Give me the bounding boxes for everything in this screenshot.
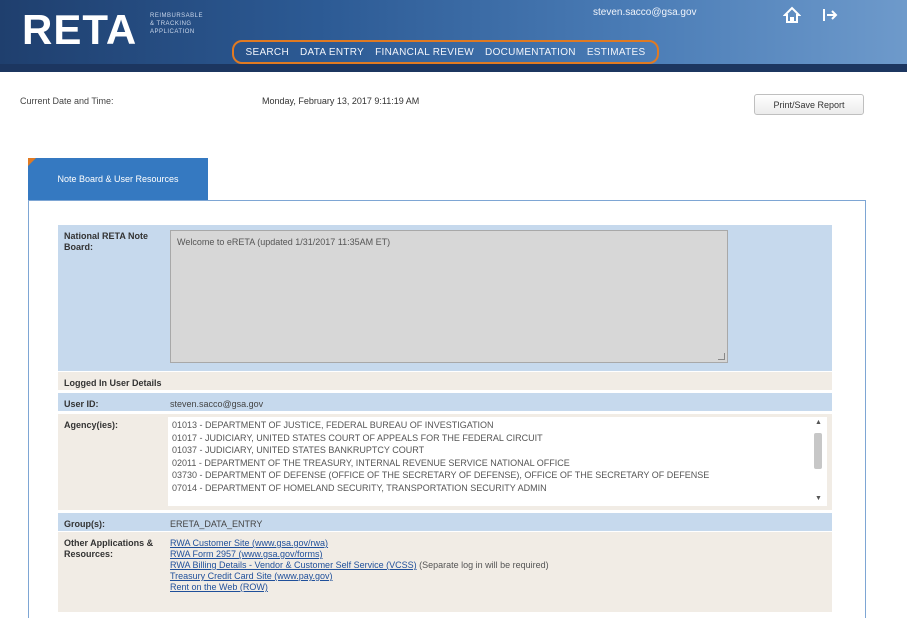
agency-scrollbar[interactable]: ▲ ▼ <box>812 419 824 505</box>
agency-label: Agency(ies): <box>64 420 119 430</box>
nav-estimates[interactable]: ESTIMATES <box>587 47 646 58</box>
resize-grip-icon[interactable] <box>718 353 725 360</box>
agency-item[interactable]: 01037 - JUDICIARY, UNITED STATES BANKRUP… <box>172 444 807 457</box>
agency-item[interactable]: 01017 - JUDICIARY, UNITED STATES COURT O… <box>172 432 807 445</box>
scroll-thumb[interactable] <box>814 433 822 469</box>
main-nav: SEARCH DATA ENTRY FINANCIAL REVIEW DOCUM… <box>232 40 659 64</box>
agency-item[interactable]: 01013 - DEPARTMENT OF JUSTICE, FEDERAL B… <box>172 419 807 432</box>
nav-financial-review[interactable]: FINANCIAL REVIEW <box>375 47 474 58</box>
scroll-up-icon[interactable]: ▲ <box>815 419 822 426</box>
agency-listbox[interactable]: 01013 - DEPARTMENT OF JUSTICE, FEDERAL B… <box>168 417 827 506</box>
note-board-text: Welcome to eRETA (updated 1/31/2017 11:3… <box>177 237 391 247</box>
reta-logo[interactable]: RETA <box>22 6 137 54</box>
group-label: Group(s): <box>64 519 105 529</box>
separate-login-note: (Separate log in will be required) <box>419 560 549 570</box>
logo-sub-line: & TRACKING <box>150 21 192 27</box>
header-stripe <box>0 64 907 72</box>
nav-data-entry[interactable]: DATA ENTRY <box>300 47 364 58</box>
other-apps-row: Other Applications & Resources: RWA Cust… <box>58 532 832 612</box>
other-apps-label: Other Applications & Resources: <box>64 538 154 559</box>
logged-in-heading: Logged In User Details <box>64 378 162 388</box>
note-board-textarea[interactable]: Welcome to eRETA (updated 1/31/2017 11:3… <box>170 230 728 363</box>
date-label: Current Date and Time: <box>20 96 114 106</box>
link-rwa-customer-site[interactable]: RWA Customer Site (www.gsa.gov/rwa) <box>170 538 832 549</box>
date-value: Monday, February 13, 2017 9:11:19 AM <box>262 96 420 106</box>
user-id-value: steven.sacco@gsa.gov <box>164 393 832 411</box>
user-email: steven.sacco@gsa.gov <box>593 7 697 18</box>
tab-corner-accent <box>28 158 36 166</box>
user-id-label: User ID: <box>64 399 99 409</box>
logo-sub-line: APPLICATION <box>150 29 195 35</box>
link-treasury-credit-card[interactable]: Treasury Credit Card Site (www.pay.gov) <box>170 571 832 582</box>
other-apps-links: RWA Customer Site (www.gsa.gov/rwa) RWA … <box>164 532 832 612</box>
group-value: ERETA_DATA_ENTRY <box>164 513 832 531</box>
logo-subtitle: REIMBURSABLE & TRACKING APPLICATION <box>150 12 203 36</box>
group-row: Group(s): ERETA_DATA_ENTRY <box>58 513 832 531</box>
scroll-down-icon[interactable]: ▼ <box>815 495 822 502</box>
logo-sub-line: REIMBURSABLE <box>150 13 204 19</box>
home-icon[interactable] <box>782 6 802 24</box>
user-id-row: User ID: steven.sacco@gsa.gov <box>58 393 832 411</box>
logged-in-row: Logged In User Details <box>58 372 832 390</box>
link-vcss-wrap: RWA Billing Details - Vendor & Customer … <box>170 560 832 571</box>
tab-note-board[interactable]: Note Board & User Resources <box>28 158 208 200</box>
nav-search[interactable]: SEARCH <box>246 47 289 58</box>
link-rwa-billing-vcss[interactable]: RWA Billing Details - Vendor & Customer … <box>170 560 417 570</box>
app-header: RETA REIMBURSABLE & TRACKING APPLICATION… <box>0 0 907 72</box>
agency-item[interactable]: 02011 - DEPARTMENT OF THE TREASURY, INTE… <box>172 457 807 470</box>
agency-item[interactable]: 07014 - DEPARTMENT OF HOMELAND SECURITY,… <box>172 482 807 495</box>
link-rwa-form-2957[interactable]: RWA Form 2957 (www.gsa.gov/forms) <box>170 549 832 560</box>
nav-documentation[interactable]: DOCUMENTATION <box>485 47 576 58</box>
link-rent-on-the-web[interactable]: Rent on the Web (ROW) <box>170 582 832 593</box>
note-board-label: National RETA Note Board: <box>64 231 149 252</box>
agency-item[interactable]: 03730 - DEPARTMENT OF DEFENSE (OFFICE OF… <box>172 469 807 482</box>
signout-icon[interactable] <box>820 6 838 24</box>
print-save-report-button[interactable]: Print/Save Report <box>754 94 864 115</box>
